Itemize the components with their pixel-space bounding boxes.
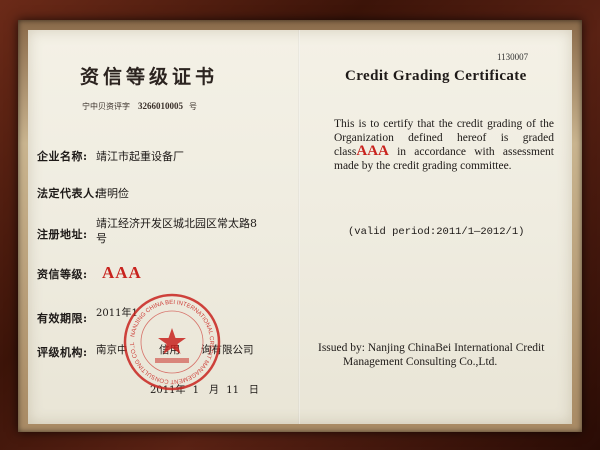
grade-value: AAA — [102, 263, 142, 282]
issued-by-line1: Issued by: Nanjing ChinaBei Internationa… — [318, 342, 545, 354]
company-label: 企业名称: — [37, 150, 88, 163]
company-value: 靖江市起重设备厂 — [96, 150, 184, 163]
grade-label: 资信等级: — [37, 268, 88, 281]
rep-value: 唐明俭 — [96, 187, 129, 200]
seal-band — [155, 358, 189, 363]
issued-by-line2: Management Consulting Co.,Ltd. — [343, 356, 498, 368]
en-title: Credit Grading Certificate — [345, 68, 527, 84]
valid-label: 有效期限: — [37, 312, 88, 325]
doc-number: 1130007 — [497, 52, 529, 62]
seal-star-icon — [158, 328, 186, 354]
issued-by: Issued by: Nanjing ChinaBei Internationa… — [318, 341, 578, 369]
cert-suffix: 号 — [189, 102, 197, 111]
center-fold — [298, 30, 300, 424]
cert-number: 3266010005 — [138, 101, 183, 111]
cert-number-line: 宁中贝资评字 3266010005 号 — [82, 101, 197, 112]
address-label: 注册地址: — [37, 228, 88, 241]
en-body: This is to certify that the credit gradi… — [334, 118, 554, 173]
rep-label: 法定代表人: — [37, 187, 100, 200]
date-day: 11 日 — [226, 385, 259, 396]
official-seal: NANJING CHINA BEI INTERNATIONAL CREDIT M… — [122, 292, 221, 391]
address-line2: 号 — [96, 232, 107, 245]
en-grade: AAA — [356, 143, 389, 159]
cert-prefix: 宁中贝资评字 — [82, 102, 130, 111]
org-label: 评级机构: — [37, 346, 88, 359]
address-line1: 靖江经济开发区城北园区常太路8 — [96, 217, 257, 230]
en-valid-period: (valid period:2011/1—2012/1) — [348, 226, 525, 238]
cn-title: 资信等级证书 — [80, 66, 219, 88]
